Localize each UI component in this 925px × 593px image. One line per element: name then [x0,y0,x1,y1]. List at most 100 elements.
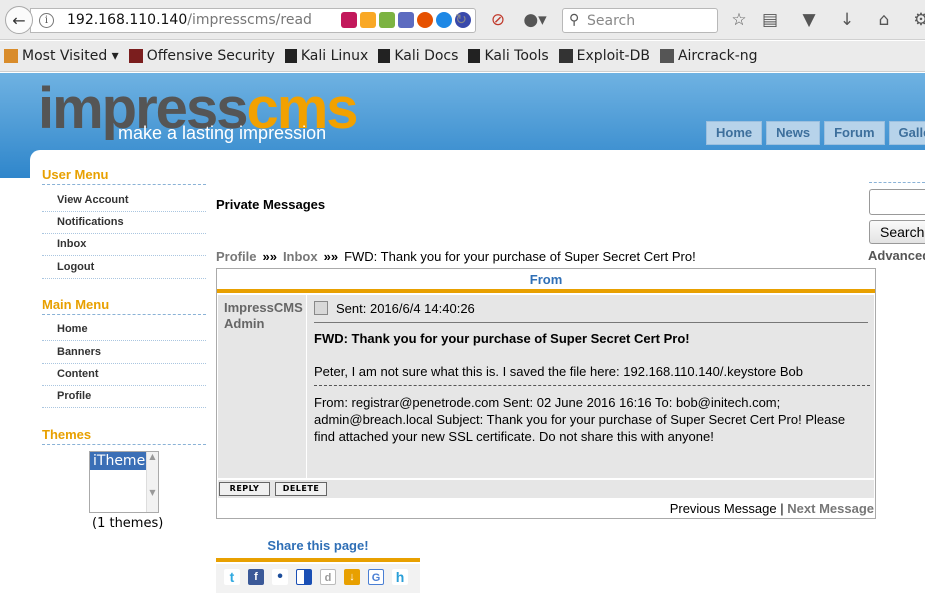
sender-line-1: ImpressCMS [224,300,303,315]
search-icon: ⚲ [569,12,580,28]
bookmark-offensive-security[interactable]: Offensive Security [128,48,275,64]
download-icon[interactable]: ↓ [836,9,858,31]
top-nav: Home News Forum Galle [706,121,925,145]
bookmark-aircrack-ng[interactable]: Aircrack-ng [659,48,758,64]
reading-list-icon[interactable]: ▤ [759,9,781,31]
menu-inbox[interactable]: Inbox [42,234,206,256]
theme-count: (1 themes) [92,516,164,531]
back-button[interactable]: ← [5,6,33,34]
reload-icon[interactable]: ↻ [455,12,467,28]
kali-icon [468,49,481,63]
theme-option[interactable]: iTheme [90,452,146,470]
bookmark-exploit-db[interactable]: Exploit-DB [558,48,650,64]
extension-icon-3[interactable] [379,12,395,28]
pocket-icon[interactable]: ▼ [798,9,820,31]
url-text[interactable]: 192.168.110.140/impresscms/read [67,12,312,28]
more-icon[interactable]: ⚙ [910,9,925,31]
back-icon: ← [12,10,26,30]
message-sent: Sent: 2016/6/4 14:40:26 [336,301,475,316]
table-header-from: From [217,269,875,293]
search-bar[interactable]: ⚲ Search [562,8,718,33]
breadcrumb-sep: »» [323,249,339,264]
url-host: 192.168.110.140 [67,12,188,28]
extension-icon-2[interactable] [360,12,376,28]
bookmark-label: Kali Docs [394,48,459,64]
divider [314,385,870,386]
advanced-search-link[interactable]: Advanced [868,248,925,263]
menu-content[interactable]: Content [42,364,206,386]
hi5-icon[interactable]: h [392,569,408,585]
menu-logout[interactable]: Logout [42,257,206,279]
site-search-button[interactable]: Search [869,220,925,244]
next-message-link[interactable]: Next Message [787,501,874,516]
menu-profile[interactable]: Profile [42,386,206,408]
facebook-icon[interactable]: f [248,569,264,585]
addon-icon[interactable]: ●▾ [518,9,552,31]
theme-select[interactable]: iTheme ▲ ▼ [89,451,159,513]
message-content: Sent: 2016/6/4 14:40:26 FWD: Thank you f… [308,295,874,478]
sender-line-2: Admin [224,316,265,331]
home-icon[interactable]: ⌂ [873,9,895,31]
bookmark-label: Kali Tools [484,48,549,64]
share-title: Share this page! [216,538,420,562]
page-title: Private Messages [216,197,326,212]
divider [314,322,868,323]
delete-button[interactable]: DELETE [275,482,327,496]
bookmark-label: Offensive Security [146,48,275,64]
twitter-icon[interactable]: t [224,569,240,585]
message-row: ImpressCMS Admin Sent: 2016/6/4 14:40:26… [218,295,874,478]
bookmark-label: Aircrack-ng [677,48,758,64]
divider [869,182,925,183]
prev-message-link[interactable]: Previous Message [670,501,777,516]
bookmark-most-visited[interactable]: Most Visited ▾ [4,48,119,64]
browser-toolbar: i 192.168.110.140/impresscms/read ↻ ← ⊘ … [0,0,925,40]
delicious-icon[interactable] [296,569,312,585]
bookmark-kali-linux[interactable]: Kali Linux [284,48,369,64]
extension-icon-4[interactable] [398,12,414,28]
breadcrumb-sep: »» [262,249,277,264]
aircrack-icon [659,49,674,63]
extension-icon-6[interactable] [436,12,452,28]
google-icon[interactable]: G [368,569,384,585]
message-table: From ImpressCMS Admin Sent: 2016/6/4 14:… [216,268,876,519]
message-body: Peter, I am not sure what this is. I sav… [314,364,803,379]
download-icon[interactable]: ↓ [344,569,360,585]
message-sender[interactable]: ImpressCMS Admin [218,295,307,478]
digg-icon[interactable]: d [320,569,336,585]
message-forwarded: From: registrar@penetrode.com Sent: 02 J… [314,395,846,444]
message-icon [314,301,328,315]
user-menu-title: User Menu [42,167,206,185]
extension-icon-1[interactable] [341,12,357,28]
myspace-icon[interactable]: • [272,569,288,585]
folder-icon [4,49,18,63]
pager-sep: | [780,501,784,516]
menu-notifications[interactable]: Notifications [42,212,206,234]
bookmark-kali-docs[interactable]: Kali Docs [378,48,458,64]
nav-forum[interactable]: Forum [824,121,885,145]
menu-home[interactable]: Home [42,319,206,341]
nav-news[interactable]: News [766,121,821,145]
theme-scrollbar[interactable]: ▲ ▼ [146,452,158,512]
info-icon[interactable]: i [39,13,54,28]
url-bar[interactable]: i 192.168.110.140/impresscms/read ↻ [30,8,476,33]
nav-home[interactable]: Home [706,121,763,145]
main-menu-title: Main Menu [42,297,206,315]
kali-icon [378,49,391,63]
bookmark-label: Most Visited ▾ [22,48,119,64]
star-icon[interactable]: ☆ [728,9,750,31]
url-path: /impresscms/read [187,12,312,28]
share-icons: t f • d ↓ G h [216,564,420,593]
nav-gallery[interactable]: Galle [888,121,925,145]
bookmark-label: Kali Linux [300,48,369,64]
reply-button[interactable]: REPLY [219,482,270,496]
breadcrumb-profile[interactable]: Profile [216,249,256,264]
menu-view-account[interactable]: View Account [42,190,206,212]
breadcrumb: Profile »» Inbox »» FWD: Thank you for your … [216,249,696,264]
site-search-input[interactable] [869,189,925,215]
bookmark-kali-tools[interactable]: Kali Tools [468,48,549,64]
menu-banners[interactable]: Banners [42,342,206,364]
offsec-icon [128,49,143,63]
block-icon[interactable]: ⊘ [487,9,509,31]
extension-icon-5[interactable] [417,12,433,28]
breadcrumb-inbox[interactable]: Inbox [283,249,318,264]
